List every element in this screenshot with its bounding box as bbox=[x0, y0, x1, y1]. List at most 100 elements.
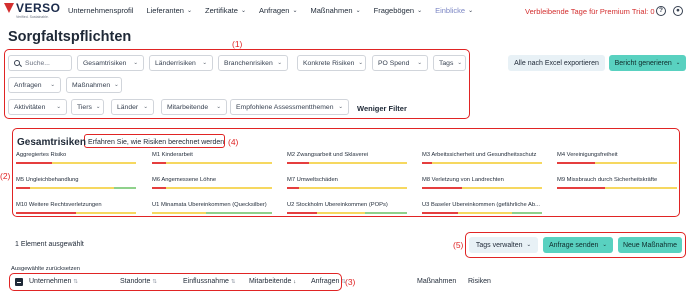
filter-label: Empfohlene Assessmentthemen bbox=[236, 103, 334, 111]
column-header-6[interactable]: Risiken bbox=[468, 278, 491, 285]
filter-dropdown-row1-5[interactable]: Tags ⌄ bbox=[433, 55, 466, 71]
risk-item[interactable]: M3 Arbeitssicherheit und Gesundheitsschu… bbox=[422, 152, 544, 164]
trial-remaining-days[interactable]: Verbleibende Tage für Premium Trial: 0 bbox=[525, 7, 655, 16]
risk-label: M8 Verletzung von Landrechten bbox=[422, 177, 504, 183]
risk-distribution-bar bbox=[422, 162, 542, 164]
filter-dropdown-row2-1[interactable]: Maßnahmen ⌄ bbox=[66, 77, 122, 93]
risk-low-segment bbox=[365, 212, 407, 214]
column-header-0[interactable]: Unternehmen ⇅ bbox=[29, 278, 78, 285]
risk-item[interactable]: U1 Minamata Übereinkommen (Quecksilber) bbox=[152, 202, 274, 214]
risk-item[interactable]: M6 Angemessene Löhne bbox=[152, 177, 274, 189]
filter-dropdown-row3-0[interactable]: Aktivitäten ⌄ bbox=[8, 99, 67, 115]
filter-dropdown-row1-1[interactable]: Länderrisiken ⌄ bbox=[149, 55, 213, 71]
nav-item-1[interactable]: Lieferanten ⌄ bbox=[146, 6, 192, 15]
risk-item[interactable]: M7 Umweltschäden bbox=[287, 177, 409, 189]
filter-dropdown-row1-2[interactable]: Branchenrisiken ⌄ bbox=[218, 55, 288, 71]
risk-item[interactable]: Aggregiertes Risiko bbox=[16, 152, 138, 164]
sort-icon: ⇅ bbox=[73, 279, 79, 285]
manage-tags-button[interactable]: Tags verwalten ⌄ bbox=[469, 237, 538, 253]
risk-label: U2 Stockholm Übereinkommen (POPs) bbox=[287, 202, 388, 208]
risk-high-segment bbox=[16, 162, 52, 164]
filter-dropdown-row3-2[interactable]: Länder ⌄ bbox=[111, 99, 154, 115]
search-input[interactable]: Suche... bbox=[8, 55, 72, 71]
nav-item-0[interactable]: Unternehmensprofil bbox=[68, 6, 133, 15]
chevron-down-icon: ⌄ bbox=[358, 60, 363, 66]
risk-item[interactable]: M1 Kinderarbeit bbox=[152, 152, 274, 164]
nav-item-2[interactable]: Zertifikate ⌄ bbox=[205, 6, 246, 15]
chevron-down-icon: ⌄ bbox=[355, 8, 361, 14]
risk-item[interactable]: M10 Weitere Rechtsverletzungen bbox=[16, 202, 138, 214]
chevron-down-icon: ⌄ bbox=[338, 104, 343, 110]
column-header-label: Maßnahmen bbox=[417, 278, 457, 285]
export-all-excel-button[interactable]: Alle nach Excel exportieren bbox=[508, 55, 605, 71]
generate-report-button[interactable]: Bericht generieren ⌄ bbox=[609, 55, 686, 71]
sort-icon: ⇅ bbox=[230, 279, 236, 285]
send-request-label: Anfrage senden bbox=[548, 241, 599, 249]
filter-dropdown-row3-3[interactable]: Mitarbeitende ⌄ bbox=[161, 99, 227, 115]
risk-medium-segment bbox=[76, 212, 136, 214]
filter-label: PO Spend bbox=[378, 59, 410, 67]
column-header-label: Einflussnahme bbox=[183, 278, 229, 285]
filter-dropdown-row1-3[interactable]: Konkrete Risiken ⌄ bbox=[297, 55, 366, 71]
filter-dropdown-row3-1[interactable]: Tiers ⌄ bbox=[71, 99, 104, 115]
chevron-down-icon: ⌄ bbox=[114, 82, 119, 88]
risk-low-segment bbox=[512, 212, 542, 214]
send-request-button[interactable]: Anfrage senden ⌄ bbox=[543, 237, 613, 253]
chevron-down-icon: ⌄ bbox=[292, 8, 298, 14]
risk-medium-segment bbox=[30, 187, 115, 189]
risk-medium-segment bbox=[605, 187, 677, 189]
risk-label: U1 Minamata Übereinkommen (Quecksilber) bbox=[152, 202, 267, 208]
reset-selection-link[interactable]: Ausgewählte zurücksetzen bbox=[11, 266, 80, 272]
nav-item-3[interactable]: Anfragen ⌄ bbox=[259, 6, 297, 15]
risk-item[interactable]: M2 Zwangsarbeit und Sklaverei bbox=[287, 152, 409, 164]
filter-dropdown-row1-4[interactable]: PO Spend ⌄ bbox=[372, 55, 428, 71]
risk-high-segment bbox=[557, 187, 605, 189]
nav-item-5[interactable]: Fragebögen ⌄ bbox=[374, 6, 422, 15]
nav-item-4[interactable]: Maßnahmen ⌄ bbox=[310, 6, 360, 15]
less-filters-link[interactable]: Weniger Filter bbox=[357, 104, 407, 113]
filter-label: Länderrisiken bbox=[155, 59, 196, 67]
nav-item-label: Maßnahmen bbox=[310, 6, 353, 15]
annotation-label-1: (1) bbox=[232, 39, 243, 49]
filter-label: Tiers bbox=[77, 103, 92, 111]
generate-report-label: Bericht generieren bbox=[614, 59, 672, 67]
filter-label: Maßnahmen bbox=[72, 81, 111, 89]
column-header-1[interactable]: Standorte ⇅ bbox=[120, 278, 157, 285]
column-header-label: Risiken bbox=[468, 278, 491, 285]
risk-medium-segment bbox=[308, 162, 407, 164]
nav-item-6[interactable]: Einblicke ⌄ bbox=[435, 6, 473, 15]
filter-label: Länder bbox=[117, 103, 139, 111]
question-circle-icon[interactable]: ? bbox=[656, 6, 666, 16]
manage-tags-label: Tags verwalten bbox=[475, 241, 523, 249]
column-header-5[interactable]: Maßnahmen bbox=[417, 278, 456, 285]
column-header-3[interactable]: Mitarbeitende ↓ bbox=[249, 278, 296, 285]
risk-high-segment bbox=[16, 187, 31, 189]
column-header-label: Anfragen bbox=[311, 278, 340, 285]
chevron-down-icon: ⌄ bbox=[216, 104, 221, 110]
risk-high-segment bbox=[422, 162, 432, 164]
filter-dropdown-row1-0[interactable]: Gesamtrisiken ⌄ bbox=[77, 55, 144, 71]
risk-distribution-bar bbox=[16, 212, 136, 214]
filter-dropdown-row2-0[interactable]: Anfragen ⌄ bbox=[8, 77, 61, 93]
user-circle-icon[interactable]: ● bbox=[673, 6, 683, 16]
risk-item[interactable]: U2 Stockholm Übereinkommen (POPs) bbox=[287, 202, 409, 214]
column-header-label: Unternehmen bbox=[29, 278, 72, 285]
risk-distribution-bar bbox=[152, 187, 272, 189]
column-header-2[interactable]: Einflussnahme ⇅ bbox=[183, 278, 236, 285]
risk-item[interactable]: M4 Vereinigungsfreiheit bbox=[557, 152, 679, 164]
select-all-checkbox[interactable] bbox=[15, 278, 23, 286]
risk-item[interactable]: M5 Ungleichbehandlung bbox=[16, 177, 138, 189]
risk-medium-segment bbox=[152, 212, 206, 214]
risk-item[interactable]: M8 Verletzung von Landrechten bbox=[422, 177, 544, 189]
learn-risk-calculation-link[interactable]: Erfahren Sie, wie Risiken berechnet werd… bbox=[88, 139, 224, 146]
risk-item[interactable]: U3 Baseler Übereinkommen (gefährliche Ab… bbox=[422, 202, 544, 214]
filter-dropdown-row3-4[interactable]: Empfohlene Assessmentthemen ⌄ bbox=[230, 99, 349, 115]
column-header-4[interactable]: Anfragen ⇅ bbox=[311, 278, 346, 285]
risk-medium-segment bbox=[595, 162, 677, 164]
verso-logo[interactable]: VERSO Verified. Sustainable. bbox=[4, 2, 61, 19]
new-measure-button[interactable]: Neue Maßnahme bbox=[618, 237, 682, 253]
chevron-down-icon: ⌄ bbox=[417, 60, 422, 66]
annotation-label-5: (5) bbox=[453, 240, 464, 250]
risk-item[interactable]: M9 Missbrauch durch Sicherheitskräfte bbox=[557, 177, 679, 189]
risk-low-segment bbox=[114, 187, 136, 189]
